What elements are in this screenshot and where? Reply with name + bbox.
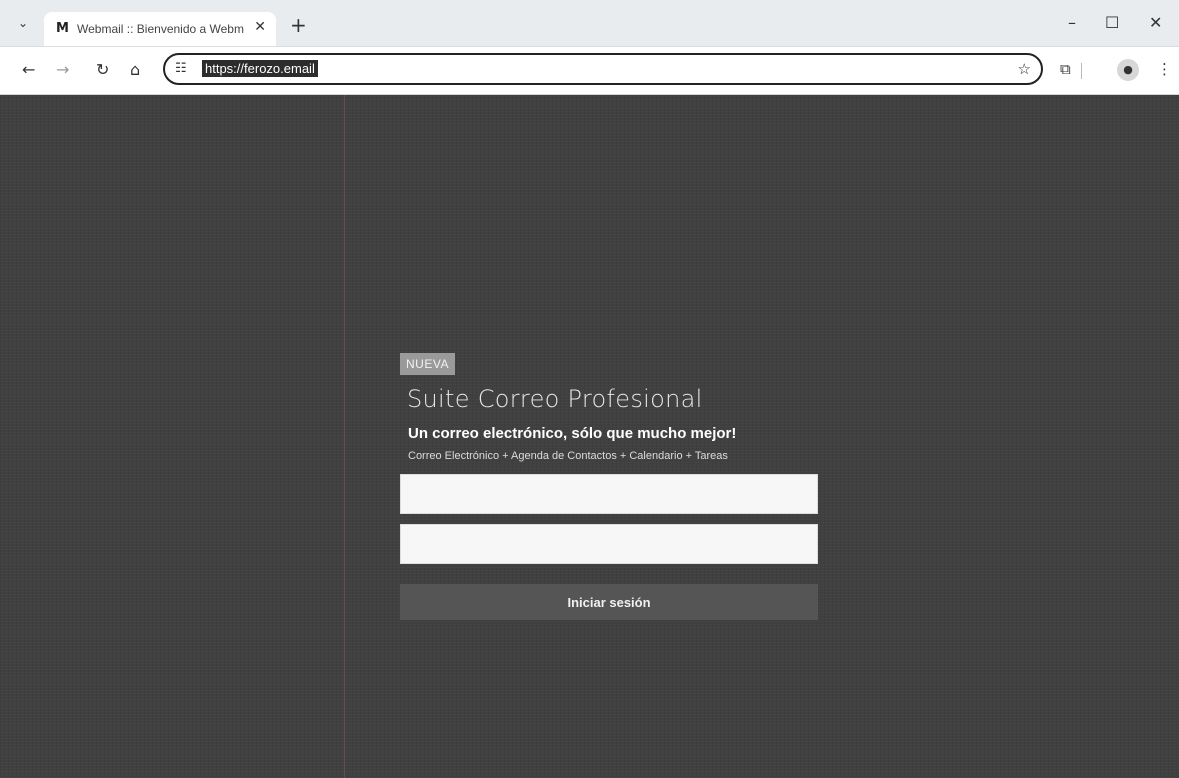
browser-tab[interactable]: M Webmail :: Bienvenido a Webm ✕ bbox=[44, 12, 276, 46]
toolbar-divider bbox=[1081, 63, 1082, 79]
background-divider bbox=[344, 95, 345, 778]
login-button[interactable]: Iniciar sesión bbox=[400, 584, 818, 620]
profile-icon[interactable]: ● bbox=[1117, 59, 1139, 81]
password-input[interactable] bbox=[400, 524, 818, 564]
forward-icon[interactable]: → bbox=[56, 60, 69, 79]
url-text: https://ferozo.email bbox=[202, 60, 318, 77]
page-title: Suite Correo Profesional bbox=[407, 385, 703, 413]
home-icon[interactable]: ⌂ bbox=[130, 60, 140, 79]
extensions-icon[interactable]: ⧉ bbox=[1060, 60, 1071, 78]
username-input[interactable] bbox=[400, 474, 818, 514]
new-badge: NUEVA bbox=[400, 353, 455, 375]
features-text: Correo Electrónico + Agenda de Contactos… bbox=[408, 450, 728, 462]
minimize-icon[interactable]: – bbox=[1068, 13, 1076, 32]
tab-title: Webmail :: Bienvenido a Webm bbox=[77, 22, 244, 36]
back-icon[interactable]: ← bbox=[22, 60, 35, 79]
new-tab-button[interactable]: + bbox=[290, 13, 307, 37]
webmail-login-page: NUEVA Suite Correo Profesional Un correo… bbox=[0, 95, 1179, 778]
tab-search-chevron-icon[interactable]: ⌄ bbox=[18, 16, 28, 30]
reload-icon[interactable]: ↻ bbox=[96, 60, 109, 79]
tab-strip: ⌄ M Webmail :: Bienvenido a Webm ✕ + – ☐… bbox=[0, 0, 1179, 47]
close-tab-icon[interactable]: ✕ bbox=[254, 19, 266, 35]
address-bar[interactable]: ☷ https://ferozo.email ☆ bbox=[163, 53, 1043, 85]
site-info-icon[interactable]: ☷ bbox=[175, 61, 187, 76]
close-window-icon[interactable]: ✕ bbox=[1149, 13, 1162, 32]
browser-chrome: ⌄ M Webmail :: Bienvenido a Webm ✕ + – ☐… bbox=[0, 0, 1179, 95]
login-panel: NUEVA Suite Correo Profesional Un correo… bbox=[400, 353, 820, 620]
menu-icon[interactable]: ⋮ bbox=[1157, 60, 1172, 78]
tagline: Un correo electrónico, sólo que mucho me… bbox=[408, 425, 737, 442]
bookmark-star-icon[interactable]: ☆ bbox=[1018, 60, 1031, 78]
maximize-icon[interactable]: ☐ bbox=[1105, 13, 1119, 32]
browser-toolbar: ← → ↻ ⌂ ☷ https://ferozo.email ☆ ⧉ ● ⋮ bbox=[0, 47, 1179, 95]
mail-icon: M bbox=[56, 21, 69, 36]
